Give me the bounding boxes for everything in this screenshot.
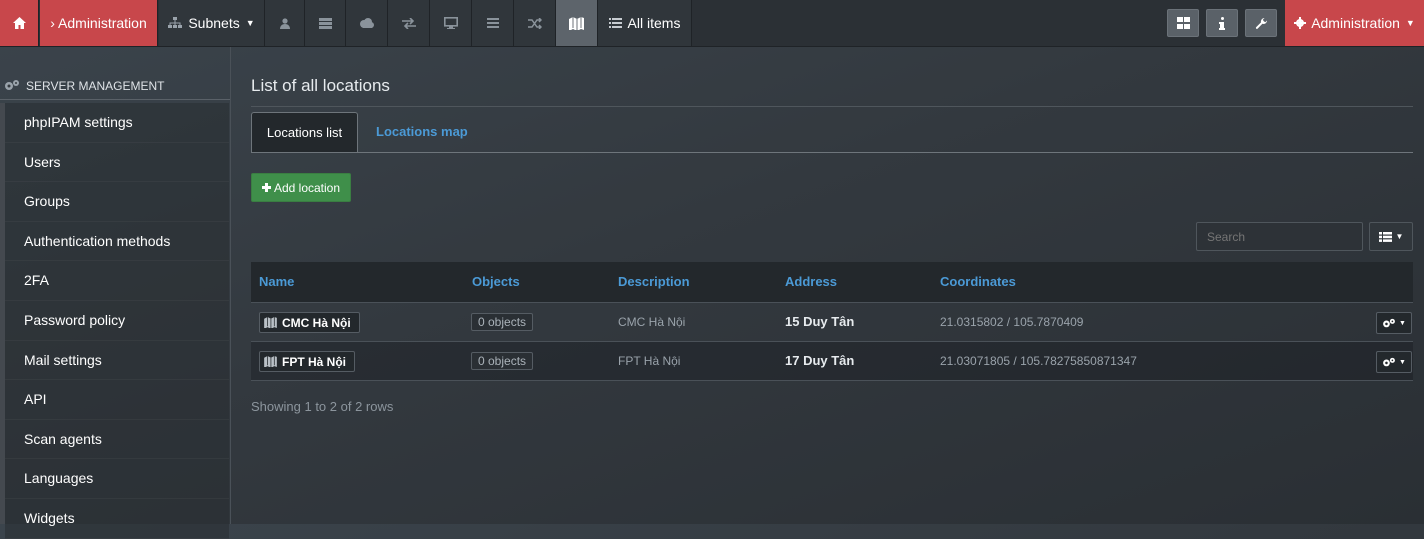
all-items-menu[interactable]: All items — [598, 0, 692, 46]
cogs-icon — [1383, 357, 1395, 366]
add-location-button[interactable]: Add location — [251, 173, 351, 202]
location-tabs: Locations list Locations map — [251, 112, 1413, 153]
locations-table: Name Objects Description Address Coordin… — [251, 262, 1413, 381]
info-button[interactable] — [1206, 9, 1238, 37]
shuffle-icon — [527, 17, 542, 29]
column-header-coordinates[interactable]: Coordinates — [940, 262, 1016, 302]
user-icon — [279, 17, 290, 29]
chevron-down-icon: ▼ — [1399, 358, 1406, 366]
column-header-name[interactable]: Name — [259, 262, 294, 302]
server-icon — [318, 17, 332, 29]
table-header: Name Objects Description Address Coordin… — [251, 262, 1413, 303]
sidebar-item-password-policy[interactable]: Password policy — [5, 301, 229, 341]
cloud-icon — [360, 18, 374, 28]
map-icon — [264, 356, 277, 367]
chevron-down-icon: ▼ — [245, 18, 255, 28]
desktop-nav-button[interactable] — [430, 0, 472, 46]
tools-button[interactable] — [1245, 9, 1277, 37]
row-actions-button[interactable]: ▼ — [1376, 351, 1412, 373]
exchange-icon — [401, 17, 416, 29]
dashboard-button[interactable] — [1167, 9, 1199, 37]
location-coordinates: 21.03071805 / 105.78275850871347 — [940, 354, 1137, 368]
add-location-label: Add location — [273, 180, 341, 195]
home-icon — [12, 17, 26, 29]
tab-locations-map[interactable]: Locations map — [376, 112, 468, 152]
sidebar-item-authentication-methods[interactable]: Authentication methods — [5, 222, 229, 262]
chevron-down-icon: ▼ — [1399, 319, 1406, 327]
search-input[interactable] — [1196, 222, 1363, 251]
location-address: 17 Duy Tân — [785, 353, 855, 368]
tab-locations-list[interactable]: Locations list — [251, 112, 358, 152]
gear-icon — [1294, 17, 1307, 29]
sidebar: SERVER MANAGEMENT phpIPAM settings Users… — [0, 47, 231, 539]
administration-menu-label: Administration — [1311, 15, 1400, 31]
sidebar-header: SERVER MANAGEMENT — [0, 72, 230, 100]
cogs-icon — [1383, 318, 1395, 327]
administration-breadcrumb-label: › Administration — [50, 15, 147, 31]
objects-badge: 0 objects — [471, 352, 534, 370]
all-items-label: All items — [627, 15, 681, 31]
subnets-menu[interactable]: Subnets ▼ — [159, 0, 265, 46]
table-row: CMC Hà Nội 0 objects CMC Hà Nội 15 Duy T… — [251, 303, 1413, 342]
location-coordinates: 21.0315802 / 105.7870409 — [940, 315, 1084, 329]
location-name-button[interactable]: CMC Hà Nội — [259, 312, 360, 333]
server-nav-button[interactable] — [305, 0, 346, 46]
table-row: FPT Hà Nội 0 objects FPT Hà Nội 17 Duy T… — [251, 342, 1413, 381]
column-header-address[interactable]: Address — [785, 262, 837, 302]
columns-toggle-button[interactable]: ▼ — [1369, 222, 1413, 251]
exchange-nav-button[interactable] — [388, 0, 430, 46]
sidebar-item-api[interactable]: API — [5, 380, 229, 420]
location-address: 15 Duy Tân — [785, 314, 855, 329]
location-name: CMC Hà Nội — [282, 315, 351, 330]
grid-icon — [1176, 17, 1190, 29]
column-header-description[interactable]: Description — [618, 262, 690, 302]
location-description: FPT Hà Nội — [618, 354, 681, 368]
map-icon — [569, 16, 584, 30]
sitemap-icon — [168, 17, 183, 28]
sidebar-item-widgets[interactable]: Widgets — [5, 499, 229, 539]
cloud-nav-button[interactable] — [346, 0, 388, 46]
subnets-label: Subnets — [188, 15, 240, 31]
sidebar-item-scan-agents[interactable]: Scan agents — [5, 420, 229, 460]
sidebar-header-label: SERVER MANAGEMENT — [26, 78, 165, 93]
sidebar-item-languages[interactable]: Languages — [5, 459, 229, 499]
location-name-button[interactable]: FPT Hà Nội — [259, 351, 356, 372]
sidebar-item-phpipam-settings[interactable]: phpIPAM settings — [5, 103, 229, 143]
list-nav-button[interactable] — [472, 0, 514, 46]
list-icon — [486, 18, 499, 28]
title-divider — [251, 106, 1413, 107]
list-alt-icon — [608, 18, 622, 28]
sidebar-menu: phpIPAM settings Users Groups Authentica… — [5, 103, 229, 539]
map-icon — [264, 317, 277, 328]
sidebar-item-users[interactable]: Users — [5, 143, 229, 183]
chevron-down-icon: ▼ — [1395, 232, 1404, 241]
sidebar-item-groups[interactable]: Groups — [5, 182, 229, 222]
row-actions-button[interactable]: ▼ — [1376, 312, 1412, 334]
sidebar-item-2fa[interactable]: 2FA — [5, 261, 229, 301]
objects-badge: 0 objects — [471, 313, 534, 331]
location-description: CMC Hà Nội — [618, 315, 686, 329]
cogs-icon — [5, 80, 19, 90]
home-button[interactable] — [0, 0, 39, 46]
page-title: List of all locations — [251, 76, 390, 95]
users-nav-button[interactable] — [265, 0, 305, 46]
pagination-info: Showing 1 to 2 of 2 rows — [251, 399, 394, 414]
administration-menu[interactable]: Administration ▼ — [1285, 0, 1424, 46]
random-nav-button[interactable] — [514, 0, 556, 46]
wrench-icon — [1255, 17, 1267, 29]
top-navbar: › Administration Subnets ▼ All items Adm… — [0, 0, 1424, 47]
location-name: FPT Hà Nội — [282, 354, 347, 369]
desktop-icon — [443, 17, 458, 29]
locations-map-nav-button[interactable] — [556, 0, 598, 46]
chevron-down-icon: ▼ — [1405, 18, 1415, 28]
info-icon — [1219, 16, 1225, 30]
plus-icon — [261, 183, 271, 192]
administration-breadcrumb[interactable]: › Administration — [40, 0, 158, 46]
th-list-icon — [1378, 231, 1392, 242]
column-header-objects[interactable]: Objects — [472, 262, 520, 302]
sidebar-item-mail-settings[interactable]: Mail settings — [5, 341, 229, 381]
